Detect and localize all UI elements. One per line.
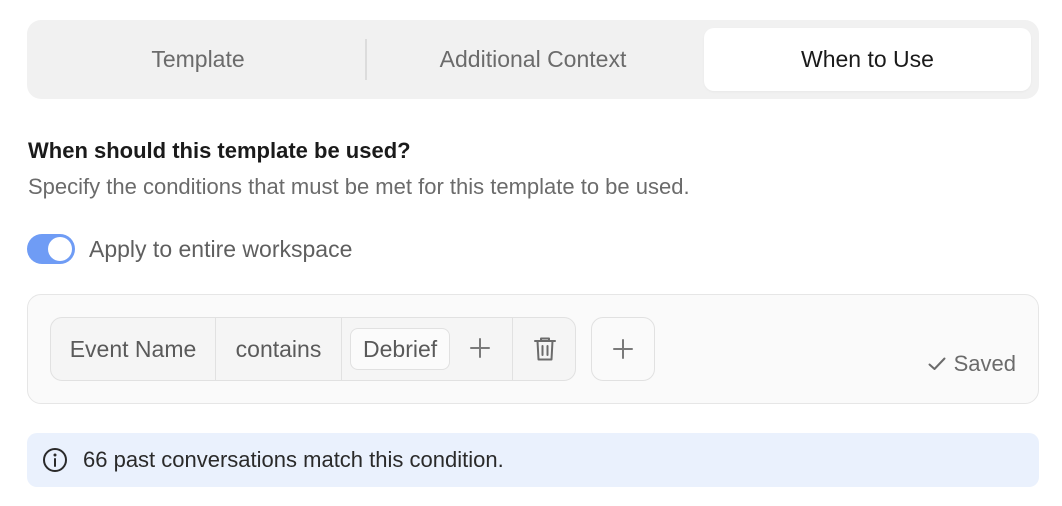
saved-label: Saved	[953, 351, 1016, 376]
info-circle-icon	[42, 447, 68, 473]
condition-field-select[interactable]: Event Name	[51, 318, 216, 380]
saved-status: Saved	[928, 351, 1016, 377]
plus-icon	[613, 339, 633, 359]
trash-icon	[533, 337, 556, 361]
delete-condition-button[interactable]	[513, 318, 576, 380]
value-chip[interactable]: Debrief	[350, 328, 451, 370]
add-value-button[interactable]	[464, 332, 496, 364]
tab-additional-context[interactable]: Additional Context	[367, 28, 699, 91]
condition-values: Debrief	[342, 318, 513, 380]
apply-workspace-toggle[interactable]	[27, 234, 75, 264]
add-condition-button[interactable]	[591, 317, 655, 381]
apply-workspace-label: Apply to entire workspace	[89, 236, 353, 262]
section-description: Specify the conditions that must be met …	[28, 174, 690, 199]
condition-card: Event Name contains Debrief Saved	[27, 294, 1039, 404]
section-title: When should this template be used?	[28, 138, 411, 163]
plus-icon	[470, 338, 490, 358]
tab-when-to-use[interactable]: When to Use	[704, 28, 1031, 91]
match-info-banner: 66 past conversations match this conditi…	[27, 433, 1039, 487]
check-icon	[928, 357, 946, 370]
condition-row: Event Name contains Debrief	[50, 317, 576, 381]
condition-operator-select[interactable]: contains	[216, 318, 342, 380]
tab-template[interactable]: Template	[35, 28, 361, 91]
match-info-text: 66 past conversations match this conditi…	[83, 447, 504, 472]
tab-bar: Template Additional Context When to Use	[27, 20, 1039, 99]
toggle-knob	[48, 237, 72, 261]
